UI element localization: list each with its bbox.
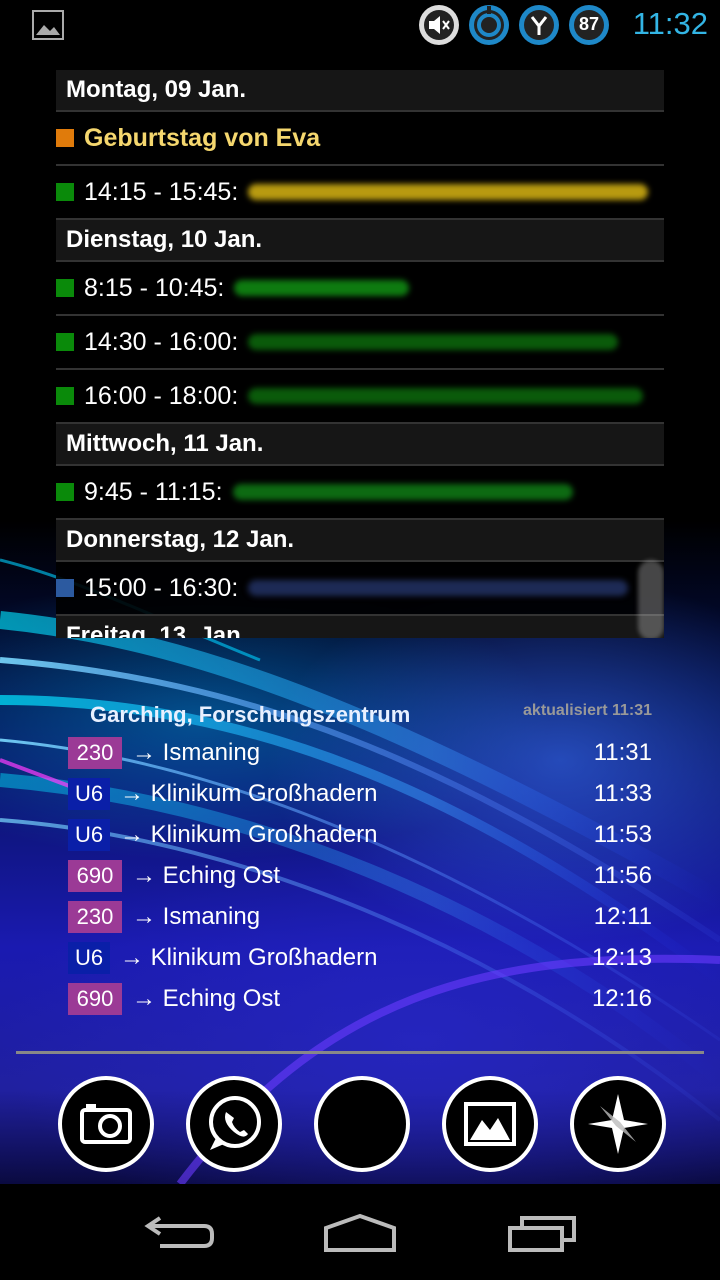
- calendar-widget[interactable]: Montag, 09 Jan. Geburtstag von Eva 14:15 -…: [56, 70, 664, 638]
- event-color-marker: [56, 279, 74, 297]
- day-label: Donnerstag, 12 Jan.: [66, 526, 295, 553]
- clock: 11:32: [632, 6, 708, 41]
- event-color-marker: [56, 483, 74, 501]
- back-icon[interactable]: [130, 1204, 230, 1260]
- day-label: Freitag, 13. Jan.: [66, 622, 248, 638]
- departures-widget[interactable]: Garching, Forschungszentrum aktualisiert…: [68, 698, 652, 1019]
- event-label: Geburtstag von Eva: [84, 123, 321, 152]
- circle-app-icon[interactable]: [314, 1076, 410, 1172]
- event-label: 15:00 - 16:30:: [84, 573, 239, 602]
- departure-time: 12:11: [593, 902, 652, 930]
- event-color-marker: [56, 129, 74, 147]
- gallery-icon[interactable]: [442, 1076, 538, 1172]
- destination: → Klinikum Großhadern: [120, 820, 378, 848]
- departure-row[interactable]: 690 → Eching Ost 12:16: [68, 978, 652, 1019]
- status-bar: 87 11:32: [0, 0, 720, 50]
- recents-icon[interactable]: [490, 1204, 590, 1260]
- departure-time: 11:56: [593, 861, 652, 889]
- home-icon[interactable]: [310, 1204, 410, 1260]
- calendar-event[interactable]: 8:15 - 10:45:: [56, 262, 664, 316]
- sync-icon: [468, 4, 510, 46]
- line-badge: U6: [68, 777, 110, 810]
- signal-icon: [518, 4, 560, 46]
- calendar-day-header[interactable]: Mittwoch, 11 Jan.: [56, 424, 664, 466]
- mute-icon: [418, 4, 460, 46]
- calendar-event[interactable]: 14:30 - 16:00:: [56, 316, 664, 370]
- departure-time: 12:13: [591, 943, 652, 971]
- event-color-marker: [56, 183, 74, 201]
- day-label: Montag, 09 Jan.: [66, 76, 247, 103]
- departure-time: 11:31: [593, 738, 652, 766]
- departure-row[interactable]: U6 → Klinikum Großhadern 11:53: [68, 814, 652, 855]
- redacted-event-title: [248, 388, 644, 404]
- line-badge: U6: [68, 941, 110, 974]
- destination: → Eching Ost: [132, 861, 281, 889]
- departure-time: 12:16: [591, 984, 652, 1012]
- destination: → Ismaning: [132, 902, 261, 930]
- calendar-scrollbar[interactable]: [638, 560, 664, 638]
- destination: → Klinikum Großhadern: [120, 779, 378, 807]
- calendar-event[interactable]: 14:15 - 15:45:: [56, 166, 664, 220]
- line-badge: 690: [68, 859, 122, 892]
- line-badge: U6: [68, 818, 110, 851]
- event-label: 9:45 - 11:15:: [84, 477, 223, 506]
- whatsapp-icon[interactable]: [186, 1076, 282, 1172]
- day-label: Mittwoch, 11 Jan.: [66, 430, 264, 457]
- image-notification-icon[interactable]: [32, 10, 64, 40]
- event-color-marker: [56, 579, 74, 597]
- departure-row[interactable]: 230 → Ismaning 12:11: [68, 896, 652, 937]
- calendar-day-header[interactable]: Dienstag, 10 Jan.: [56, 220, 664, 262]
- calendar-event[interactable]: 16:00 - 18:00:: [56, 370, 664, 424]
- redacted-event-title: [248, 334, 619, 350]
- destination: → Klinikum Großhadern: [120, 943, 378, 971]
- departure-time: 11:33: [593, 779, 652, 807]
- destination: → Eching Ost: [132, 984, 281, 1012]
- line-badge: 230: [68, 736, 122, 769]
- calendar-event[interactable]: 15:00 - 16:30:: [56, 562, 664, 616]
- departures-header: Garching, Forschungszentrum aktualisiert…: [68, 698, 652, 732]
- battery-level: 87: [578, 14, 600, 34]
- calendar-event[interactable]: Geburtstag von Eva: [56, 112, 664, 166]
- event-label: 16:00 - 18:00:: [84, 381, 239, 410]
- event-label: 14:15 - 15:45:: [84, 177, 239, 206]
- camera-icon[interactable]: [58, 1076, 154, 1172]
- updated-timestamp: aktualisiert 11:31: [523, 702, 652, 719]
- departure-row[interactable]: U6 → Klinikum Großhadern 12:13: [68, 937, 652, 978]
- redacted-event-title: [248, 184, 649, 200]
- event-label: 8:15 - 10:45:: [84, 273, 225, 302]
- calendar-day-header[interactable]: Montag, 09 Jan.: [56, 70, 664, 112]
- dock-divider: [16, 1051, 704, 1054]
- battery-icon: 87: [568, 4, 610, 46]
- station-name: Garching, Forschungszentrum: [90, 702, 411, 727]
- compass-icon[interactable]: [570, 1076, 666, 1172]
- event-color-marker: [56, 333, 74, 351]
- event-label: 14:30 - 16:00:: [84, 327, 239, 356]
- dock: [0, 1070, 720, 1172]
- redacted-event-title: [234, 280, 410, 296]
- departure-row[interactable]: U6 → Klinikum Großhadern 11:33: [68, 773, 652, 814]
- departure-row[interactable]: 690 → Eching Ost 11:56: [68, 855, 652, 896]
- calendar-event[interactable]: 9:45 - 11:15:: [56, 466, 664, 520]
- redacted-event-title: [232, 484, 573, 500]
- redacted-event-title: [248, 580, 629, 596]
- event-color-marker: [56, 387, 74, 405]
- departure-time: 11:53: [593, 820, 652, 848]
- line-badge: 230: [68, 900, 122, 933]
- day-label: Dienstag, 10 Jan.: [66, 226, 263, 253]
- destination: → Ismaning: [132, 738, 261, 766]
- departure-row[interactable]: 230 → Ismaning 11:31: [68, 732, 652, 773]
- navigation-bar: [0, 1184, 720, 1280]
- calendar-day-header[interactable]: Donnerstag, 12 Jan.: [56, 520, 664, 562]
- line-badge: 690: [68, 982, 122, 1015]
- calendar-day-header[interactable]: Freitag, 13. Jan.: [56, 616, 664, 638]
